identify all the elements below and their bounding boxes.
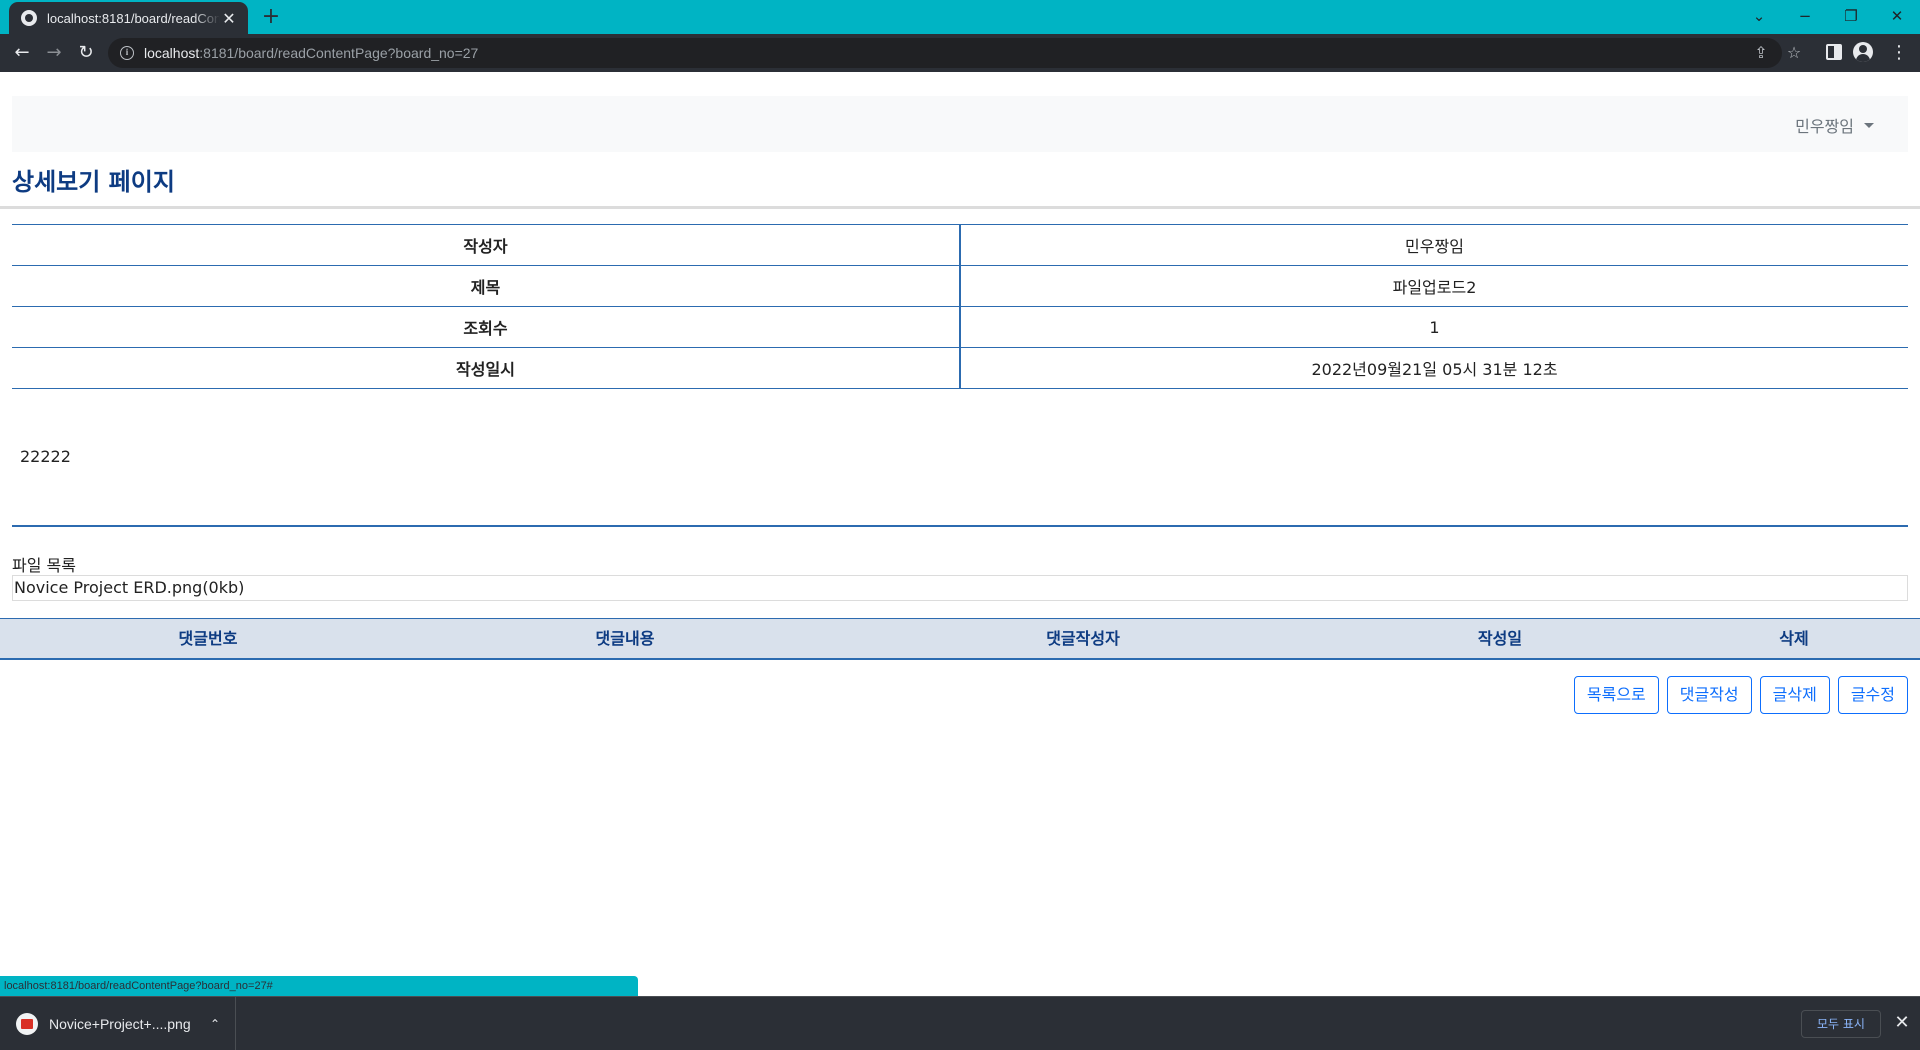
subject-value: 파일업로드2 [1392,278,1477,297]
table-row: 조회수 1 [12,306,1908,348]
address-path: :8181/board/readContentPage?board_no=27 [199,45,479,61]
table-row: 작성일시 2022년09월21일 05시 31분 12초 [12,347,1908,389]
comment-no-header: 댓글번호 [178,629,238,648]
user-name: 민우짱임 [1795,117,1854,136]
content-divider [12,525,1908,527]
tab-search-icon[interactable]: ⌄ [1736,3,1782,29]
delete-post-button[interactable]: 글삭제 [1759,676,1830,714]
reload-button[interactable]: ↻ [74,41,98,65]
back-to-list-button[interactable]: 목록으로 [1573,676,1659,714]
download-item[interactable]: Novice+Project+....png ⌃ [0,997,236,1050]
show-all-downloads-button[interactable]: 모두 표시 [1801,1010,1881,1038]
address-url: localhost:8181/board/readContentPage?boa… [144,45,478,61]
comment-content-header: 댓글내용 [595,629,655,648]
user-dropdown[interactable]: 민우짱임 [1795,113,1874,137]
author-label: 작성자 [12,224,961,266]
subject-label: 제목 [12,265,961,307]
site-info-icon[interactable]: i [120,46,134,60]
file-list-label: 파일 목록 [12,556,76,575]
browser-menu-icon[interactable]: ⋮ [1887,41,1911,65]
file-list: Novice Project ERD.png(0kb) [12,575,1908,601]
file-link[interactable]: Novice Project ERD.png(0kb) [14,578,244,597]
table-row: 작성자 민우짱임 [12,224,1908,266]
author-value: 민우짱임 [1405,237,1464,256]
bookmark-star-icon[interactable]: ☆ [1782,41,1806,65]
status-url: localhost:8181/board/readContentPage?boa… [0,976,638,996]
chevron-up-icon[interactable]: ⌃ [195,1017,235,1031]
views-value: 1 [1429,317,1440,337]
back-button[interactable]: ← [10,41,34,65]
comment-table-header: 댓글번호 댓글내용 댓글작성자 작성일 삭제 [0,618,1920,660]
title-divider [0,206,1920,209]
globe-icon [21,10,37,26]
caret-down-icon [1864,122,1874,128]
side-panel-icon[interactable] [1826,44,1842,60]
image-file-icon [16,1012,38,1035]
browser-tab-strip: localhost:8181/board/readContentPage?boa… [0,0,1920,34]
close-shelf-icon[interactable]: ✕ [1890,1011,1914,1035]
comment-delete-header: 삭제 [1779,629,1809,648]
date-label: 작성일시 [12,347,961,389]
download-shelf: Novice+Project+....png ⌃ 모두 표시 ✕ [0,996,1920,1050]
table-row: 제목 파일업로드2 [12,265,1908,307]
new-tab-button[interactable]: + [258,4,284,30]
post-content: 22222 [20,447,71,466]
action-buttons: 목록으로 댓글작성 글삭제 글수정 [1573,676,1908,714]
comment-writer-header: 댓글작성자 [1046,629,1120,648]
write-comment-button[interactable]: 댓글작성 [1666,676,1752,714]
page-title: 상세보기 페이지 [12,168,175,196]
share-icon[interactable]: ⇪ [1749,41,1773,65]
maximize-button[interactable]: ❐ [1828,3,1874,29]
address-host: localhost [144,45,200,61]
download-file-name: Novice+Project+....png [49,1015,191,1032]
minimize-button[interactable]: − [1782,3,1828,29]
profile-avatar-icon[interactable] [1853,42,1873,62]
tab-close-icon[interactable]: ✕ [220,9,238,28]
browser-tab[interactable]: localhost:8181/board/readContentPage?boa… [9,2,248,34]
tab-title: localhost:8181/board/readContentPage?boa… [47,10,220,26]
date-value: 2022년09월21일 05시 31분 12초 [1311,360,1558,379]
address-bar[interactable]: i localhost:8181/board/readContentPage?b… [108,38,1782,68]
window-close-button[interactable]: ✕ [1874,3,1920,29]
forward-button[interactable]: → [42,41,66,65]
comment-date-header: 작성일 [1477,629,1523,648]
edit-post-button[interactable]: 글수정 [1837,676,1908,714]
top-navbar: 민우짱임 [12,96,1908,152]
post-info-table: 작성자 민우짱임 제목 파일업로드2 조회수 1 작성일시 2022년09월21… [12,224,1908,389]
views-label: 조회수 [12,306,961,348]
browser-toolbar: ← → ↻ i localhost:8181/board/readContent… [0,34,1920,72]
